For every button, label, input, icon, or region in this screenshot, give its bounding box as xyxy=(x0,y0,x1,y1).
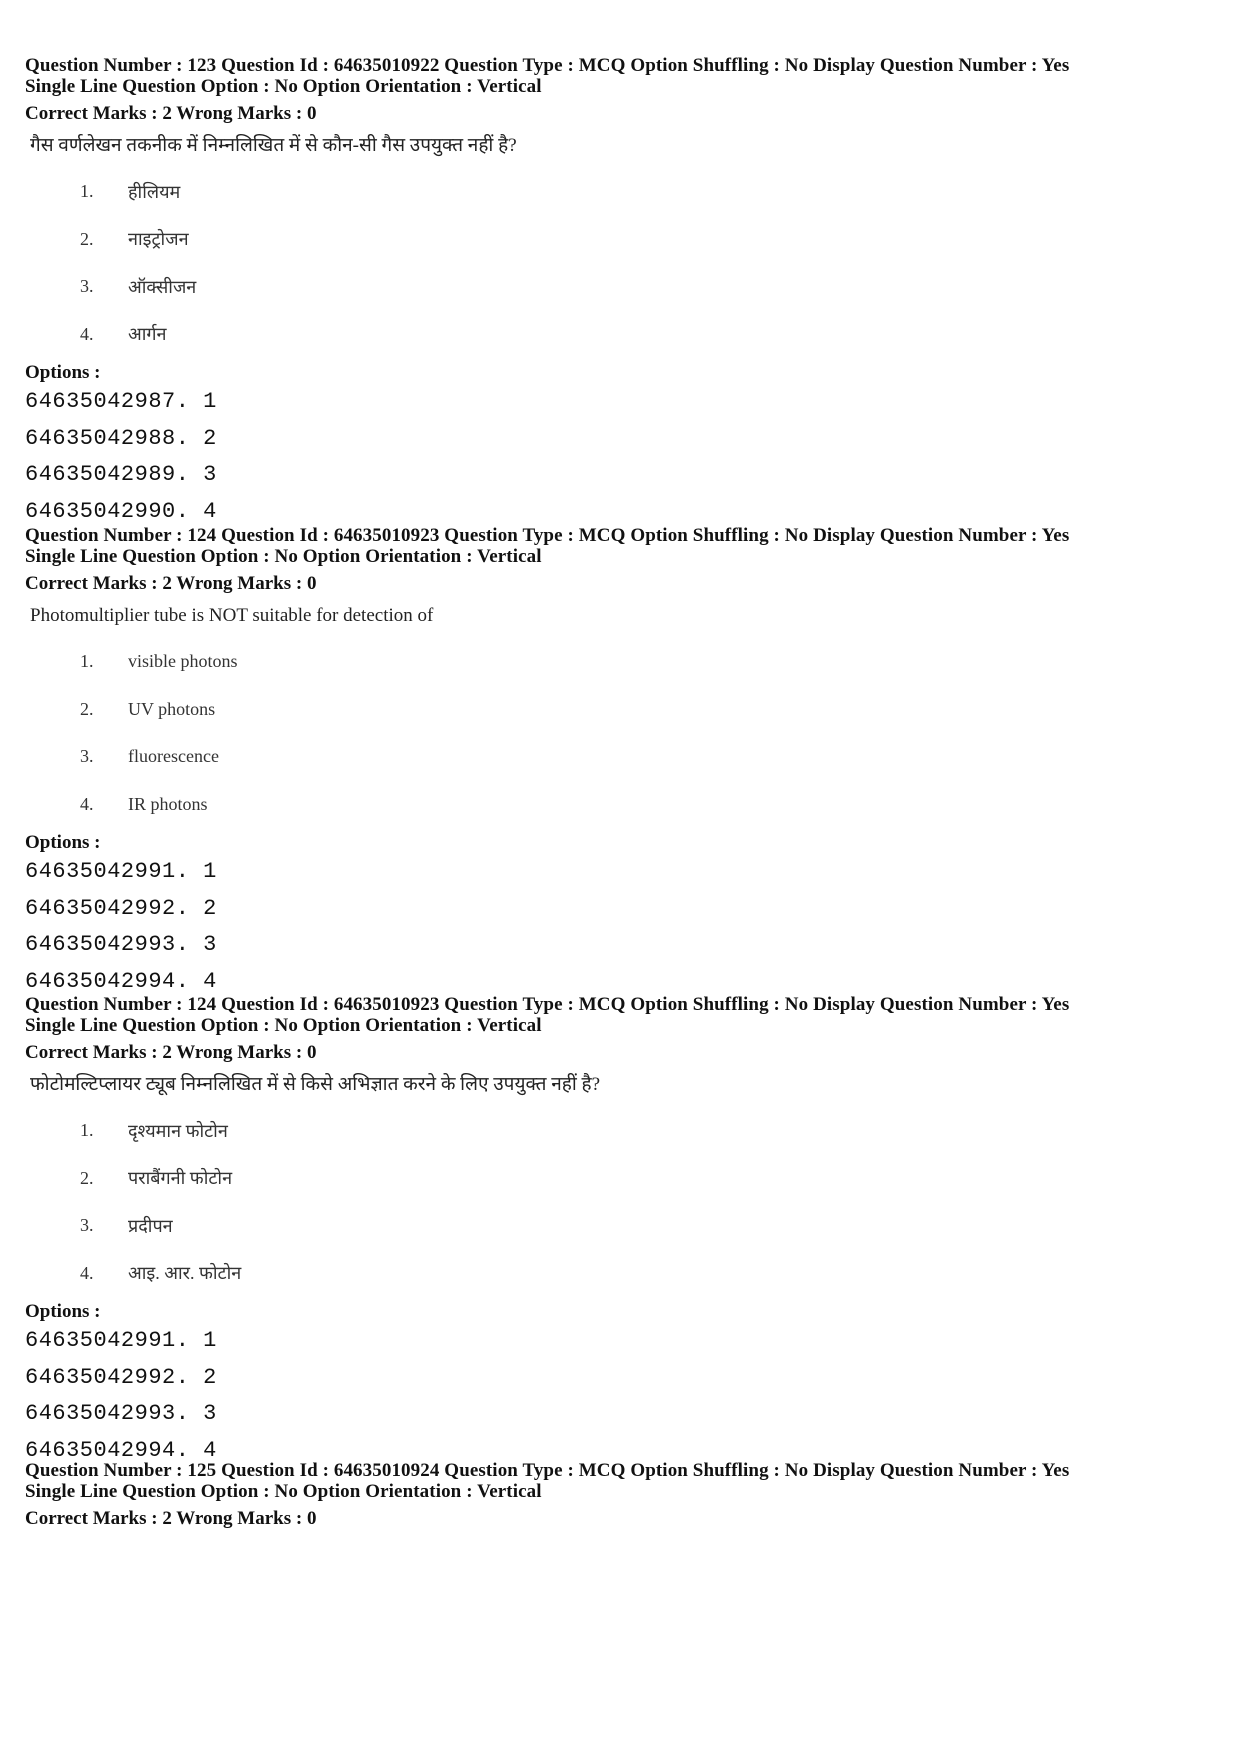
question-meta-line1: Question Number : 124 Question Id : 6463… xyxy=(25,525,1070,546)
choice-item: 3. ऑक्सीजन xyxy=(25,263,1225,311)
question-text: गैस वर्णलेखन तकनीक में निम्नलिखित में से… xyxy=(30,135,517,156)
choice-label: visible photons xyxy=(128,651,238,672)
choice-number: 1. xyxy=(80,651,94,672)
choice-label: IR photons xyxy=(128,793,208,814)
choice-label: दृश्यमान फोटोन xyxy=(128,1120,228,1141)
choice-item: 1. हीलियम xyxy=(25,168,1225,216)
choice-number: 4. xyxy=(80,323,94,344)
choice-item: 1. visible photons xyxy=(25,638,1225,686)
choice-item: 2. UV photons xyxy=(25,686,1225,734)
option-id: 64635042991. 1 xyxy=(25,1328,217,1353)
options-label: Options : xyxy=(25,1301,101,1322)
choice-number: 4. xyxy=(80,793,94,814)
choice-item: 4. आर्गन xyxy=(25,311,1225,359)
choice-item: 3. fluorescence xyxy=(25,733,1225,781)
choice-list: 1. दृश्यमान फोटोन 2. पराबैंगनी फोटोन 3. प्र… xyxy=(25,1107,1225,1297)
question-marks: Correct Marks : 2 Wrong Marks : 0 xyxy=(25,103,317,124)
choice-number: 3. xyxy=(80,1215,94,1236)
option-id: 64635042993. 3 xyxy=(25,1401,217,1426)
option-id: 64635042992. 2 xyxy=(25,895,217,921)
options-label: Options : xyxy=(25,832,101,853)
question-block-125: Question Number : 125 Question Id : 6463… xyxy=(25,1460,1225,1530)
question-meta-line1: Question Number : 125 Question Id : 6463… xyxy=(25,1460,1070,1481)
choice-label: आर्गन xyxy=(128,324,167,345)
question-block-124-hi: Question Number : 124 Question Id : 6463… xyxy=(25,994,1225,1469)
option-id: 64635042988. 2 xyxy=(25,425,217,451)
question-block-123: Question Number : 123 Question Id : 6463… xyxy=(25,55,1225,530)
choice-label: आइ. आर. फोटोन xyxy=(128,1263,242,1284)
choice-label: पराबैंगनी फोटोन xyxy=(128,1168,233,1189)
choice-number: 4. xyxy=(80,1262,94,1283)
choice-number: 2. xyxy=(80,228,94,249)
question-text: Photomultiplier tube is NOT suitable for… xyxy=(30,605,434,626)
option-id: 64635042993. 3 xyxy=(25,932,217,957)
choice-label: प्रदीपन xyxy=(128,1215,173,1236)
choice-number: 3. xyxy=(80,276,94,297)
question-meta-line2: Single Line Question Option : No Option … xyxy=(25,1481,542,1502)
question-meta-line2: Single Line Question Option : No Option … xyxy=(25,76,542,97)
choice-number: 1. xyxy=(80,181,94,202)
question-meta-line2: Single Line Question Option : No Option … xyxy=(25,546,542,567)
question-marks: Correct Marks : 2 Wrong Marks : 0 xyxy=(25,573,317,594)
choice-item: 3. प्रदीपन xyxy=(25,1202,1225,1250)
choice-label: UV photons xyxy=(128,698,216,719)
question-marks: Correct Marks : 2 Wrong Marks : 0 xyxy=(25,1508,317,1529)
question-meta-line1: Question Number : 124 Question Id : 6463… xyxy=(25,994,1070,1015)
option-id: 64635042987. 1 xyxy=(25,389,217,414)
choice-label: नाइट्रोजन xyxy=(128,229,189,250)
question-marks: Correct Marks : 2 Wrong Marks : 0 xyxy=(25,1042,317,1063)
option-id: 64635042992. 2 xyxy=(25,1364,217,1390)
choice-item: 2. पराबैंगनी फोटोन xyxy=(25,1155,1225,1203)
option-id: 64635042991. 1 xyxy=(25,859,217,884)
choice-number: 1. xyxy=(80,1120,94,1141)
question-block-124-en: Question Number : 124 Question Id : 6463… xyxy=(25,525,1225,1000)
choice-label: ऑक्सीजन xyxy=(128,276,197,297)
choice-number: 3. xyxy=(80,746,94,767)
question-meta-line1: Question Number : 123 Question Id : 6463… xyxy=(25,55,1070,76)
choice-item: 4. आइ. आर. फोटोन xyxy=(25,1250,1225,1298)
choice-number: 2. xyxy=(80,698,94,719)
choice-number: 2. xyxy=(80,1167,94,1188)
choice-item: 4. IR photons xyxy=(25,781,1225,829)
choice-list: 1. visible photons 2. UV photons 3. fluores… xyxy=(25,638,1225,828)
choice-label: हीलियम xyxy=(128,181,181,202)
choice-item: 2. नाइट्रोजन xyxy=(25,216,1225,264)
question-meta-line2: Single Line Question Option : No Option … xyxy=(25,1015,542,1036)
question-text: फोटोमल्टिप्लायर ट्यूब निम्नलिखित में से … xyxy=(30,1074,601,1095)
choice-item: 1. दृश्यमान फोटोन xyxy=(25,1107,1225,1155)
choice-list: 1. हीलियम 2. नाइट्रोजन 3. ऑक्सीजन 4. आर्गन xyxy=(25,168,1225,358)
options-label: Options : xyxy=(25,362,101,383)
option-id: 64635042989. 3 xyxy=(25,462,217,487)
choice-label: fluorescence xyxy=(128,746,219,767)
